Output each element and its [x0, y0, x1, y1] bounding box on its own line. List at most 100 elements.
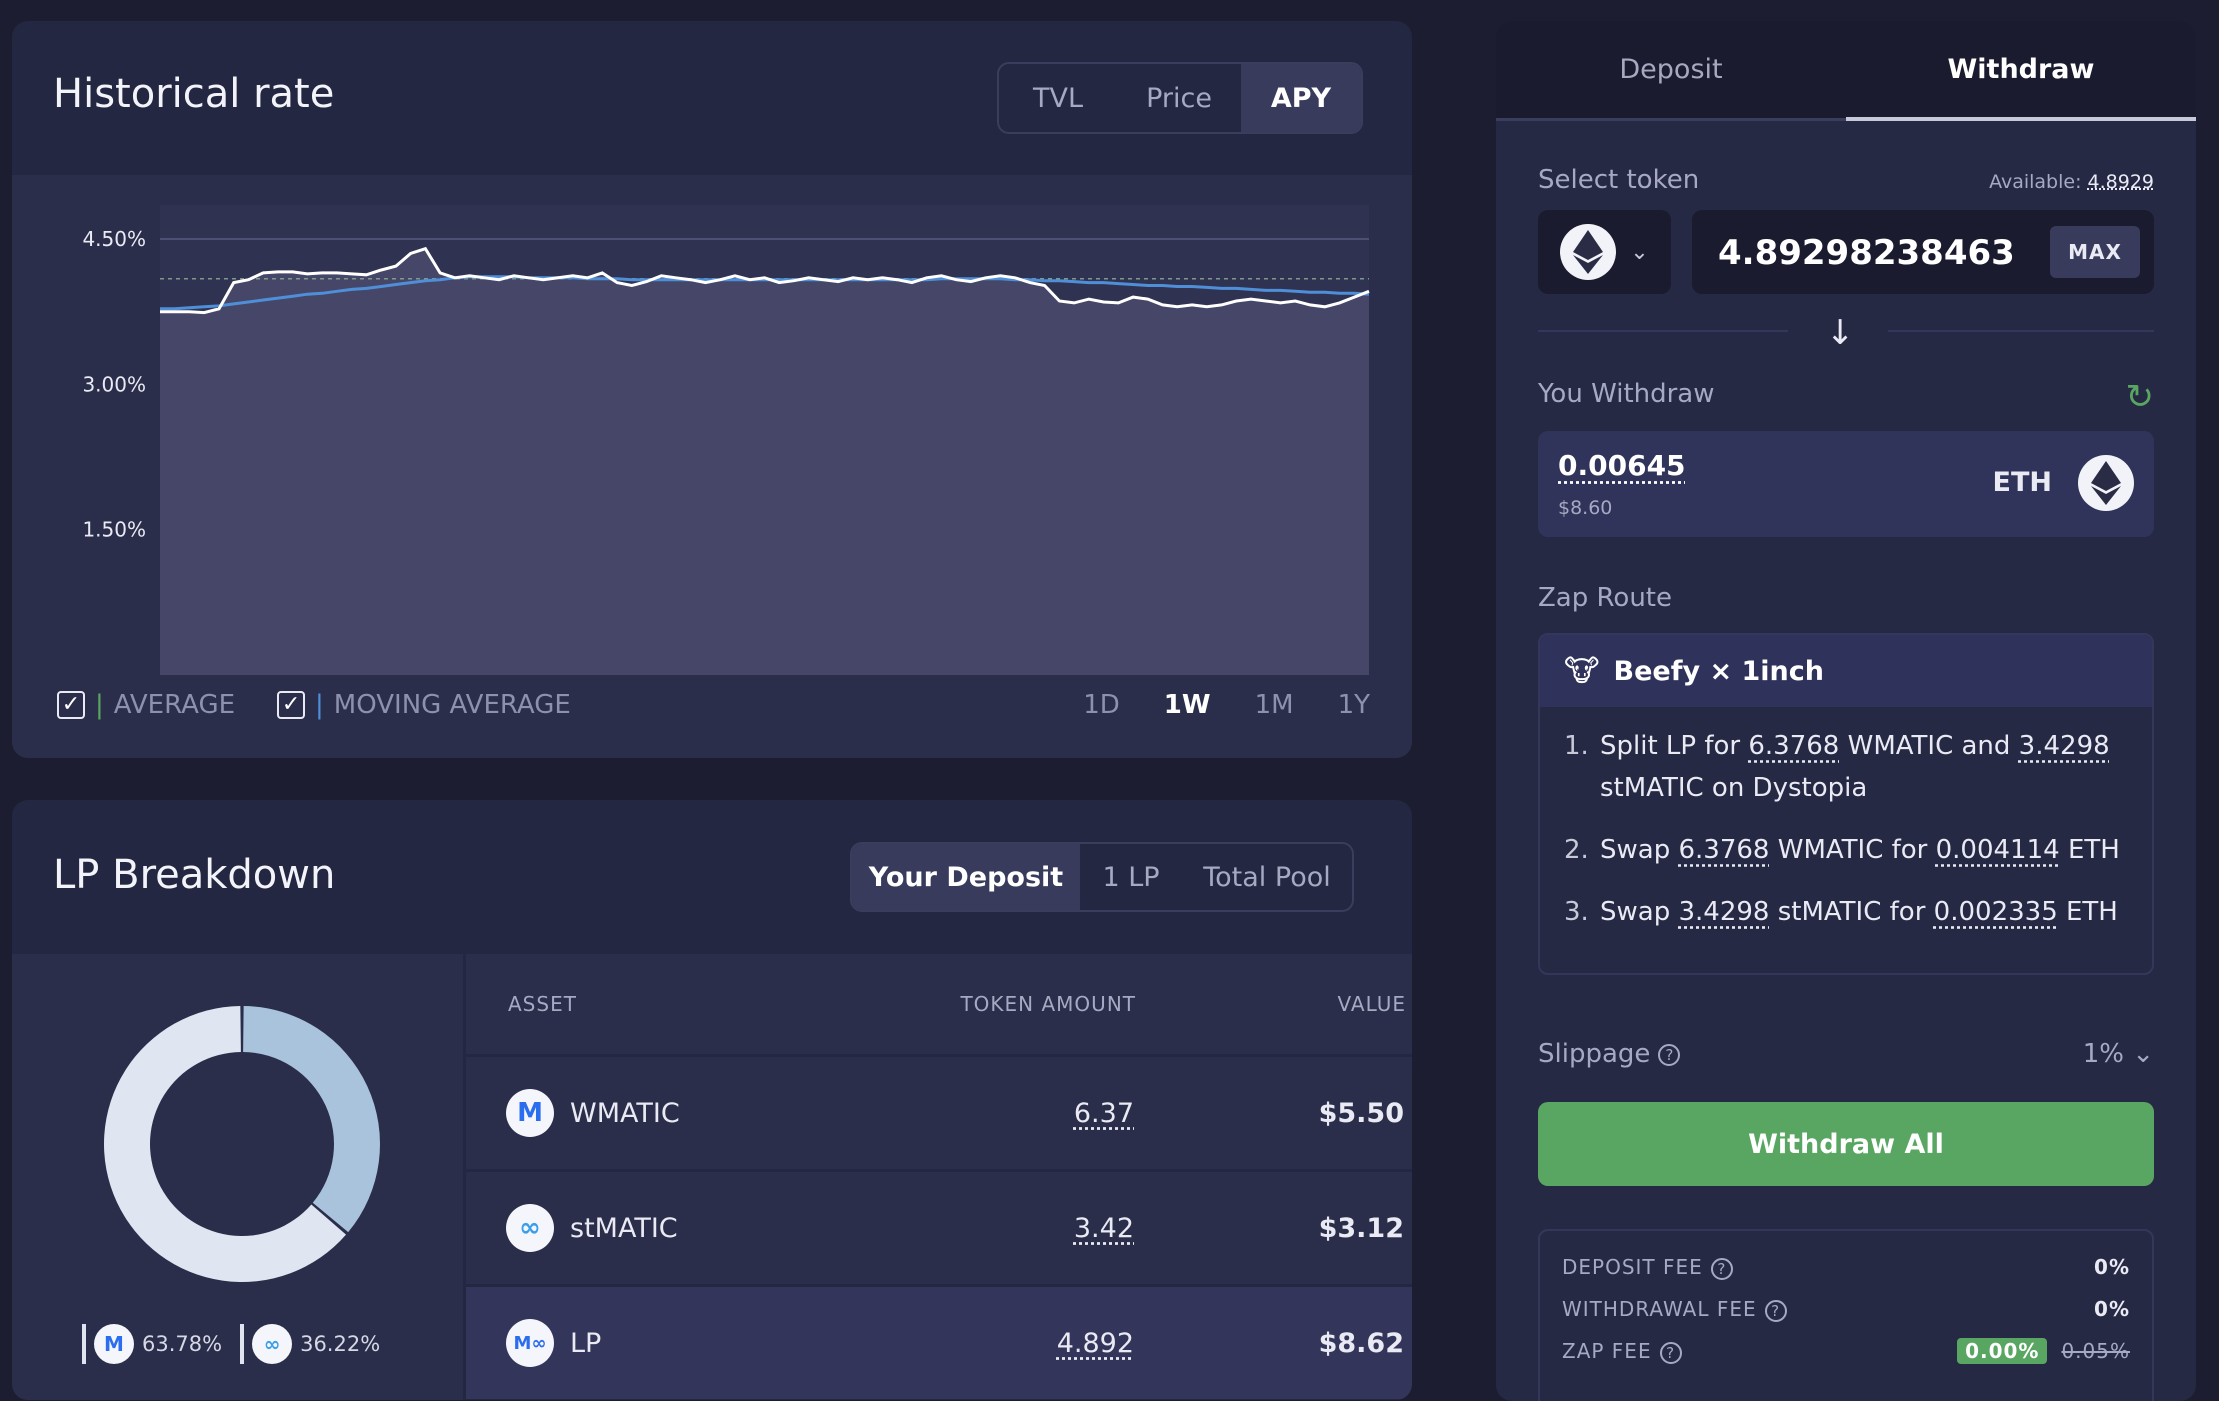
slippage-select[interactable]: 1% ⌄ — [2083, 1039, 2154, 1069]
average-legend-bar: | — [95, 690, 104, 720]
you-withdraw-label: You Withdraw — [1538, 379, 1715, 409]
historical-rate-card: Historical rate TVL Price APY 4.50% 3.00%… — [12, 21, 1412, 758]
zap-step: 2. Swap 6.3768 WMATIC for 0.004114 ETH — [1564, 829, 2128, 871]
rate-metric-tabs: TVL Price APY — [997, 62, 1363, 134]
step-number: 1. — [1564, 731, 1589, 761]
withdraw-output-amount: 0.00645 — [1558, 449, 1686, 482]
token-select[interactable]: ⌄ — [1538, 210, 1671, 294]
amount-field: MAX — [1692, 210, 2154, 294]
step-text: Split LP for 6.3768 WMATIC and 3.4298 st… — [1600, 731, 2110, 803]
asset-name: WMATIC — [570, 1097, 680, 1129]
deposit-withdraw-panel: Deposit Withdraw Select token Available:… — [1496, 21, 2196, 1401]
table-row: M WMATIC 6.37 $5.50 — [466, 1057, 1412, 1172]
tab-1-lp[interactable]: 1 LP — [1080, 844, 1182, 910]
zap-route-label: Zap Route — [1538, 583, 1672, 613]
zap-fee-old-value: 0.05% — [2061, 1339, 2130, 1364]
table-row: ∞ stMATIC 3.42 $3.12 — [466, 1172, 1412, 1287]
zap-fee-value: 0.00% — [1957, 1338, 2048, 1365]
withdraw-output: 0.00645 $8.60 ETH — [1538, 431, 2154, 537]
range-1d[interactable]: 1D — [1083, 690, 1120, 720]
table-header: ASSET TOKEN AMOUNT VALUE — [466, 954, 1412, 1057]
chart-legend: ✓ | AVERAGE ✓ | MOVING AVERAGE — [57, 690, 595, 720]
rate-chart-svg: 4.50% 3.00% 1.50% — [82, 205, 1370, 675]
help-icon[interactable]: ? — [1658, 1043, 1681, 1066]
zap-fee-label: ZAP FEE — [1562, 1339, 1652, 1363]
tab-your-deposit[interactable]: Your Deposit — [852, 844, 1080, 910]
legend-bar — [82, 1324, 86, 1364]
help-icon[interactable]: ? — [1764, 1299, 1787, 1322]
tab-total-pool[interactable]: Total Pool — [1182, 844, 1352, 910]
average-checkbox[interactable]: ✓ — [57, 691, 85, 719]
asset-cell: ∞ stMATIC — [466, 1204, 806, 1252]
lp-breakdown-title: LP Breakdown — [53, 852, 336, 898]
token-value: $3.12 — [1318, 1212, 1404, 1244]
fees-box: DEPOSIT FEE? 0% WITHDRAWAL FEE? 0% ZAP F… — [1538, 1229, 2154, 1401]
tab-apy[interactable]: APY — [1241, 64, 1361, 132]
help-icon[interactable]: ? — [1710, 1257, 1733, 1280]
range-1w[interactable]: 1W — [1164, 690, 1211, 720]
col-value-header: VALUE — [1337, 992, 1406, 1016]
withdraw-amount-input[interactable] — [1716, 224, 2020, 282]
lp-breakdown-body: M 63.78% ∞ 36.22% ASSET TOKEN AMOUNT VAL… — [12, 954, 1412, 1400]
moving-average-legend-label: MOVING AVERAGE — [333, 690, 571, 720]
range-1m[interactable]: 1M — [1255, 690, 1294, 720]
tab-price[interactable]: Price — [1117, 64, 1241, 132]
col-asset-header: ASSET — [508, 992, 577, 1016]
available-value[interactable]: 4.8929 — [2088, 171, 2154, 193]
max-button[interactable]: MAX — [2050, 226, 2140, 278]
apy-area — [160, 248, 1369, 675]
polygon-icon: M — [506, 1089, 554, 1137]
token-amount: 6.37 — [1073, 1097, 1134, 1129]
zap-provider: Beefy × 1inch — [1613, 655, 1824, 687]
stmatic-share: 36.22% — [300, 1332, 381, 1356]
col-amount-header: TOKEN AMOUNT — [960, 992, 1136, 1016]
donut-slice-stmatic — [243, 1006, 380, 1233]
tab-deposit[interactable]: Deposit — [1496, 21, 1846, 121]
table-row: M∞ LP 4.892 $8.62 — [466, 1287, 1412, 1400]
zap-steps: 1. Split LP for 6.3768 WMATIC and 3.4298… — [1540, 707, 2152, 933]
asset-name: stMATIC — [570, 1212, 678, 1244]
stmatic-icon: ∞ — [506, 1204, 554, 1252]
arrow-down-icon: ↓ — [1826, 313, 1855, 353]
refresh-icon[interactable]: ↻ — [2126, 377, 2155, 417]
asset-cell: M∞ LP — [466, 1319, 806, 1367]
eth-icon — [2078, 455, 2134, 511]
legend-average[interactable]: ✓ | AVERAGE — [57, 690, 235, 720]
withdraw-all-button[interactable]: Withdraw All — [1538, 1102, 2154, 1186]
step-number: 2. — [1564, 835, 1589, 865]
divider — [1538, 330, 1788, 332]
token-value: $8.62 — [1318, 1327, 1404, 1359]
tab-tvl[interactable]: TVL — [999, 64, 1117, 132]
chevron-down-icon: ⌄ — [1630, 239, 1649, 265]
deposit-fee-value: 0% — [2094, 1255, 2130, 1280]
help-icon[interactable]: ? — [1659, 1341, 1682, 1364]
y-tick-label: 4.50% — [82, 227, 146, 251]
withdrawal-fee-value: 0% — [2094, 1297, 2130, 1322]
tab-withdraw[interactable]: Withdraw — [1846, 21, 2196, 121]
slippage-value: 1% — [2082, 1039, 2124, 1069]
deposit-fee-label: DEPOSIT FEE — [1562, 1255, 1703, 1279]
legend-moving-average[interactable]: ✓ | MOVING AVERAGE — [277, 690, 571, 720]
step-text: Swap 3.4298 stMATIC for 0.002335 ETH — [1600, 897, 2118, 927]
select-token-label: Select token — [1538, 165, 1700, 195]
slippage-label-wrap: Slippage? — [1538, 1039, 1681, 1069]
available-label: Available: — [1989, 171, 2082, 193]
zap-route-header: 🐮 Beefy × 1inch — [1540, 635, 2152, 707]
token-amount: 3.42 — [1073, 1212, 1134, 1244]
deposit-withdraw-tabs: Deposit Withdraw — [1496, 21, 2196, 121]
withdraw-output-symbol: ETH — [1992, 467, 2052, 498]
zap-step: 3. Swap 3.4298 stMATIC for 0.002335 ETH — [1564, 891, 2128, 933]
eth-icon — [1560, 224, 1617, 280]
rate-chart: 4.50% 3.00% 1.50% ✓ | AVERAGE ✓ | MOVING A… — [12, 175, 1412, 758]
beefy-logo-icon: 🐮 — [1564, 653, 1600, 689]
lp-pair-icon: M∞ — [506, 1319, 554, 1367]
range-1y[interactable]: 1Y — [1338, 690, 1370, 720]
donut-legend: M 63.78% ∞ 36.22% — [82, 1324, 380, 1364]
legend-bar — [240, 1324, 245, 1364]
withdrawal-fee-label: WITHDRAWAL FEE — [1562, 1297, 1757, 1321]
moving-average-checkbox[interactable]: ✓ — [277, 691, 306, 719]
zap-route-box: 🐮 Beefy × 1inch 1. Split LP for 6.3768 W… — [1538, 633, 2154, 975]
polygon-icon: M — [94, 1324, 134, 1364]
average-legend-label: AVERAGE — [113, 690, 236, 720]
slippage-label: Slippage — [1538, 1039, 1651, 1069]
